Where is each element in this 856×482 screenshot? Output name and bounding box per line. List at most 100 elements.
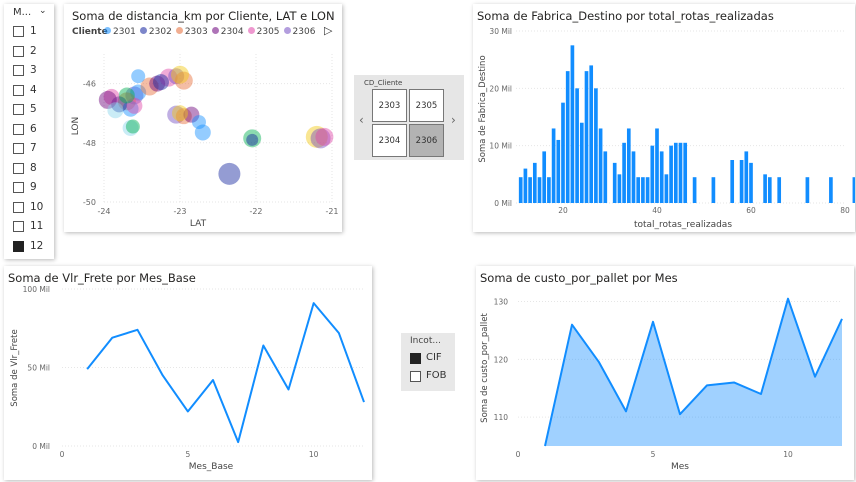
histogram-bar <box>622 142 626 203</box>
scatter-point <box>125 119 140 134</box>
histogram-bar <box>829 177 833 203</box>
histogram-bar <box>537 177 542 203</box>
y-tick-label: 0 Mil <box>494 199 512 208</box>
histogram-bar <box>692 177 697 203</box>
y-tick-label: 120 <box>494 355 509 364</box>
month-checkbox-4[interactable] <box>13 84 24 96</box>
histogram-bar <box>594 88 598 203</box>
histogram-bar <box>603 151 608 203</box>
histogram-bar <box>528 177 532 203</box>
area-plot: 110 120 130 0 5 10 Mes Soma de custo_por_pallet <box>480 298 843 472</box>
x-tick-label: 10 <box>309 450 319 459</box>
month-checkbox-5[interactable] <box>13 104 24 115</box>
incoterm-checkbox-cif[interactable] <box>410 353 421 364</box>
x-tick-label: 0 <box>60 450 65 459</box>
y-tick-label: 0 Mil <box>32 442 50 451</box>
month-checkbox-11[interactable] <box>13 221 24 232</box>
histogram-plot: 0 Mil 10 Mil 20 Mil 30 Mil 20 40 60 80 total_rot… <box>478 27 855 230</box>
month-checkbox-2[interactable] <box>13 45 24 57</box>
month-checkbox-12[interactable] <box>13 240 24 252</box>
histogram-bar <box>777 177 782 203</box>
month-checkbox-1[interactable] <box>13 26 24 37</box>
y-tick-label: 100 Mil <box>23 285 50 294</box>
x-tick-label: 5 <box>651 450 656 459</box>
scatter-point <box>131 69 146 84</box>
client-button-2305[interactable]: 2305 <box>409 89 444 122</box>
client-slicer: CD_Cliente ‹ › 2303 2305 2304 2306 <box>354 75 464 160</box>
histogram-bar <box>518 177 523 203</box>
month-slicer-header: M... <box>13 7 32 18</box>
month-checkbox-3[interactable] <box>13 65 24 76</box>
scatter-point <box>246 133 259 146</box>
chevron-right-icon[interactable]: › <box>451 113 456 127</box>
month-checkbox-10[interactable] <box>13 201 24 213</box>
scatter-point <box>172 105 188 122</box>
scatter-point <box>218 162 241 185</box>
histogram-bar <box>641 177 645 203</box>
month-checkbox-8[interactable] <box>13 162 24 174</box>
x-axis-title: LAT <box>190 219 207 229</box>
histogram-bar <box>626 128 631 203</box>
histogram-bar <box>523 168 528 203</box>
x-tick-label: 60 <box>746 206 756 215</box>
x-tick-label: 40 <box>652 206 662 215</box>
line-chart-card: Soma de Vlr_Frete por Mes_Base 0 Mil 50 M… <box>4 266 372 480</box>
x-tick-label: -24 <box>97 207 110 216</box>
y-axis-title: Soma de Vlr_Frete <box>10 329 20 406</box>
histogram-bar <box>631 151 636 203</box>
histogram-bar <box>584 71 589 203</box>
month-label: 5 <box>30 103 37 115</box>
histogram-bar <box>579 122 584 203</box>
client-button-2306[interactable]: 2306 <box>409 124 444 157</box>
scatter-point <box>315 127 334 146</box>
histogram-bar <box>589 65 594 204</box>
histogram-bar <box>532 162 537 203</box>
month-label: 9 <box>30 181 37 193</box>
histogram-bar <box>678 142 683 203</box>
scatter-point <box>171 65 189 84</box>
x-tick-label: -21 <box>325 207 338 216</box>
series-area <box>545 298 842 446</box>
area-chart-card: Soma de custo_por_pallet por Mes 110 120 1… <box>476 266 854 480</box>
chevron-left-icon[interactable]: ‹ <box>359 113 364 127</box>
client-button-2303[interactable]: 2303 <box>372 89 407 122</box>
y-tick-label: -48 <box>83 139 96 148</box>
month-label: 2 <box>30 44 37 57</box>
scatter-point <box>118 87 135 104</box>
histogram-bar <box>561 102 565 203</box>
x-axis-title: Mes_Base <box>189 462 234 472</box>
incoterm-checkbox-fob[interactable] <box>410 371 421 382</box>
month-checkbox-9[interactable] <box>13 182 24 193</box>
y-tick-label: -50 <box>83 198 96 207</box>
histogram-bar <box>612 162 617 203</box>
histogram-bar <box>805 177 810 203</box>
incoterm-slicer-header: Incot... <box>410 336 441 346</box>
histogram-bar <box>636 177 641 203</box>
client-button-2304[interactable]: 2304 <box>372 124 407 157</box>
chevron-down-icon[interactable]: ⌄ <box>39 6 47 16</box>
scatter-plot: -46 -48 -50-24 -23 -22 -21 LAT LON <box>71 54 339 229</box>
histogram-bar <box>673 142 678 203</box>
x-tick-label: 10 <box>783 450 793 459</box>
month-label: 12 <box>30 239 44 252</box>
histogram-bar <box>645 177 650 203</box>
x-tick-label: -22 <box>249 207 262 216</box>
histogram-bar <box>650 145 655 203</box>
month-label: 4 <box>30 83 37 96</box>
month-checkbox-7[interactable] <box>13 143 24 154</box>
y-tick-label: 20 Mil <box>489 84 512 93</box>
month-label: 8 <box>30 161 37 174</box>
month-label: 7 <box>30 142 37 154</box>
histogram-bar <box>767 177 772 203</box>
incoterm-label: FOB <box>426 370 447 381</box>
histogram-card: Soma de Fabrica_Destino por total_rotas_… <box>473 4 855 232</box>
client-slicer-header: CD_Cliente <box>364 79 403 87</box>
month-checkbox-6[interactable] <box>13 123 24 135</box>
histogram-bar <box>570 45 575 204</box>
x-tick-label: 5 <box>185 450 190 459</box>
incoterm-slicer: Incot... CIF FOB <box>401 333 455 391</box>
histogram-bar <box>659 151 664 203</box>
incoterm-label: CIF <box>426 352 442 363</box>
month-slicer: M... ⌄ 1 2 3 4 5 6 7 8 9 10 11 12 <box>4 4 54 259</box>
histogram-bar <box>542 151 547 203</box>
